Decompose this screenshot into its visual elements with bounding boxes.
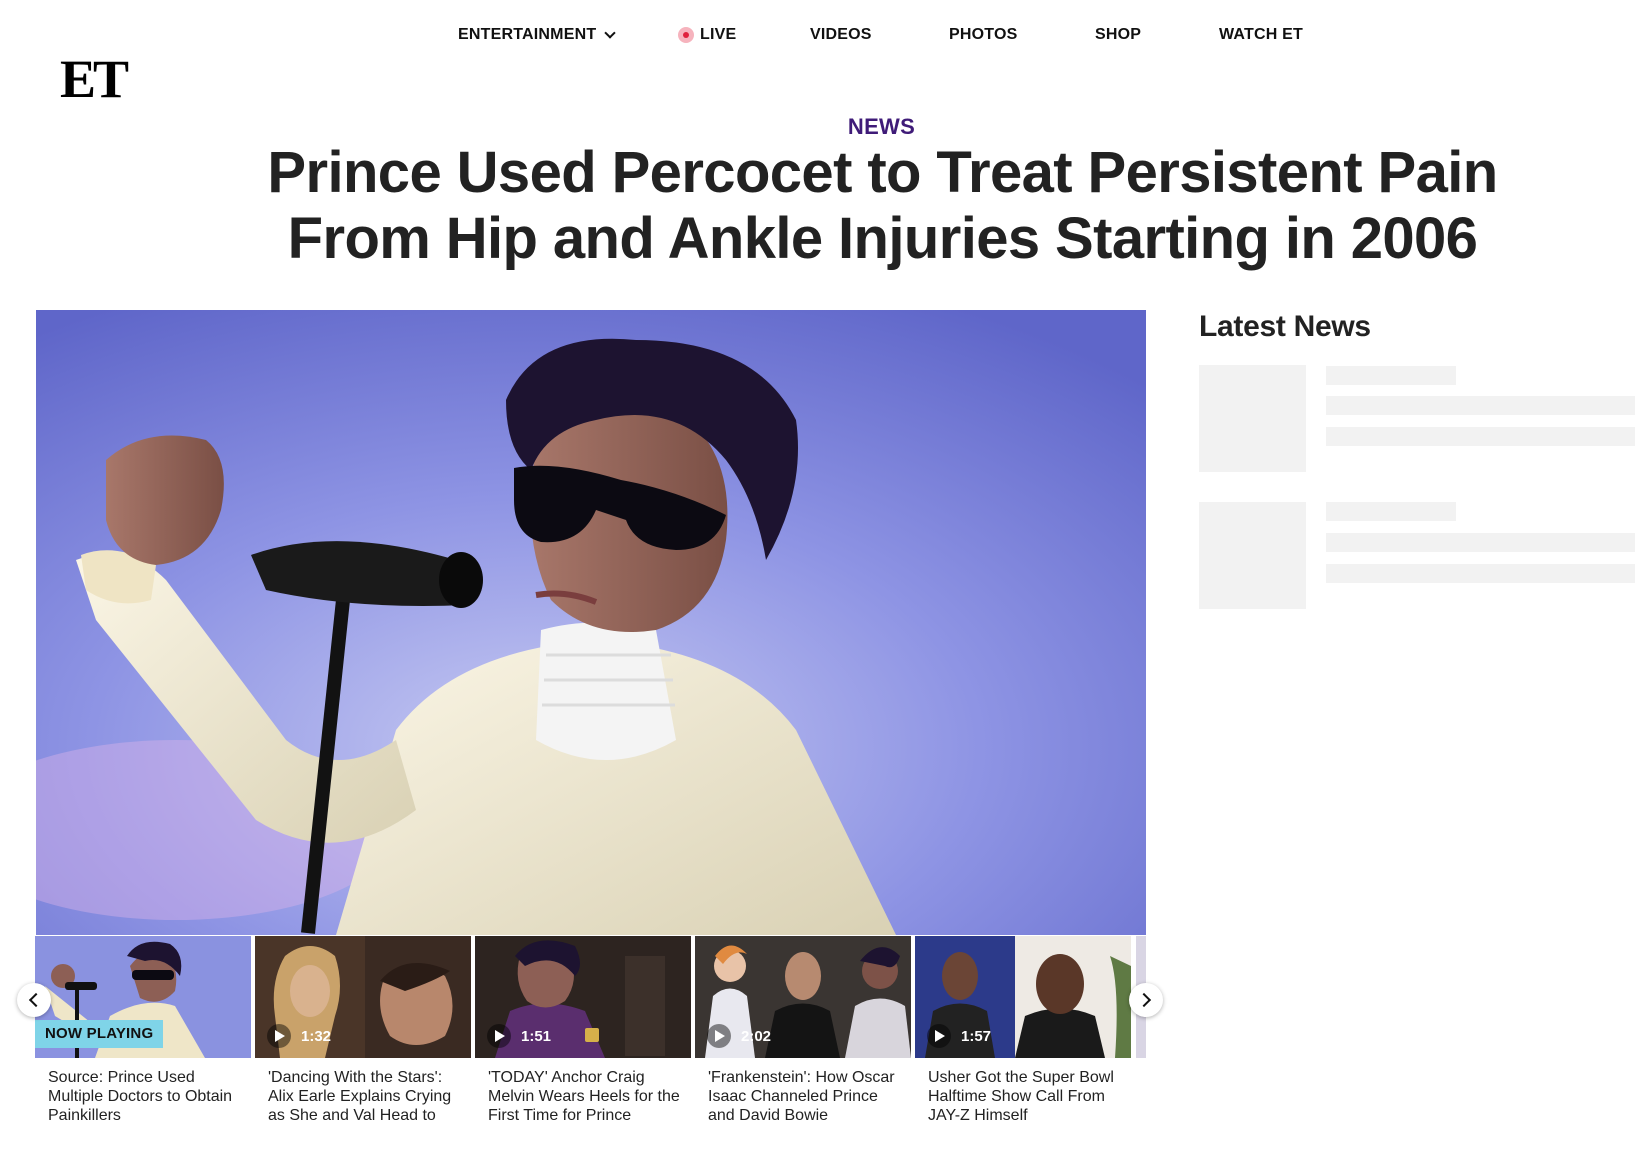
video-caption[interactable]: 'Dancing With the Stars': Alix Earle Exp… [268,1068,463,1125]
duration-label: 1:32 [301,1027,332,1045]
nav-entertainment[interactable]: ENTERTAINMENT [458,26,616,44]
carousel-next-button[interactable] [1129,983,1163,1017]
nav-photos-label: PHOTOS [949,26,1018,43]
video-caption[interactable]: 'Frankenstein': How Oscar Isaac Channele… [708,1068,903,1125]
duration-label: 1:51 [521,1027,552,1045]
article-headline: Prince Used Percocet to Treat Persistent… [267,140,1498,271]
video-card[interactable]: NOW PLAYING Source: Prince Used Multiple… [35,936,251,1163]
play-icon[interactable] [707,1024,731,1048]
nav-watch-et-label: WATCH ET [1219,26,1303,43]
video-carousel: NOW PLAYING Source: Prince Used Multiple… [35,936,1146,1163]
duration-label: 2:02 [741,1027,772,1045]
video-card[interactable]: 1:32 'Dancing With the Stars': Alix Earl… [255,936,471,1163]
category-label[interactable]: NEWS [0,114,1635,140]
et-logo[interactable]: ET [60,52,129,106]
nav-entertainment-label: ENTERTAINMENT [458,26,597,43]
duration-indicator: 2:02 [707,1024,771,1048]
skeleton-line [1326,502,1456,521]
play-icon[interactable] [267,1024,291,1048]
video-caption[interactable]: 'TODAY' Anchor Craig Melvin Wears Heels … [488,1068,683,1125]
latest-news-title: Latest News [1199,310,1371,343]
nav-videos-label: VIDEOS [810,26,872,43]
duration-indicator: 1:32 [267,1024,331,1048]
duration-indicator: 1:51 [487,1024,551,1048]
duration-label: 1:57 [961,1027,992,1045]
video-card[interactable]: 1:51 'TODAY' Anchor Craig Melvin Wears H… [475,936,691,1163]
skeleton-thumbnail [1199,365,1306,472]
skeleton-line [1326,427,1635,446]
nav-shop[interactable]: SHOP [1095,26,1141,44]
live-dot-icon [678,27,694,43]
video-card[interactable]: 2:02 'Frankenstein': How Oscar Isaac Cha… [695,936,911,1163]
nav-photos[interactable]: PHOTOS [949,26,1017,44]
skeleton-line [1326,396,1635,415]
video-card[interactable] [1136,936,1146,1163]
video-caption[interactable]: Source: Prince Used Multiple Doctors to … [48,1068,243,1125]
skeleton-thumbnail [1199,502,1306,609]
now-playing-badge: NOW PLAYING [35,1020,164,1048]
duration-indicator: 1:57 [927,1024,991,1048]
skeleton-line [1326,366,1456,385]
nav-live[interactable]: LIVE [678,26,736,44]
chevron-down-icon [604,27,616,39]
skeleton-line [1326,533,1635,552]
nav-live-label: LIVE [700,26,737,43]
play-icon[interactable] [927,1024,951,1048]
carousel-prev-button[interactable] [17,983,51,1017]
nav-videos[interactable]: VIDEOS [810,26,872,44]
play-icon[interactable] [487,1024,511,1048]
video-caption[interactable]: Usher Got the Super Bowl Halftime Show C… [928,1068,1123,1125]
hero-image [36,310,1146,935]
nav-shop-label: SHOP [1095,26,1142,43]
video-card[interactable]: 1:57 Usher Got the Super Bowl Halftime S… [915,936,1131,1163]
skeleton-line [1326,564,1635,583]
nav-watch-et[interactable]: WATCH ET [1219,26,1303,44]
